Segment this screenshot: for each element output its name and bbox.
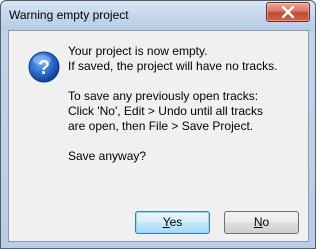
message-line: To save any previously open tracks: [68, 89, 259, 103]
title-bar[interactable]: Warning empty project [1, 1, 315, 31]
question-icon: ? [28, 51, 60, 83]
svg-text:?: ? [38, 57, 50, 79]
no-button-label: o [262, 215, 270, 229]
yes-button-accel: Y [162, 215, 170, 229]
message-line: Your project is now empty. [68, 44, 208, 58]
dialog-body: ? Your project is now empty. If saved, t… [8, 30, 309, 242]
window-title: Warning empty project [9, 8, 129, 22]
yes-button-label: es [169, 215, 183, 229]
message-line: are open, then File > Save Project. [68, 119, 254, 133]
close-icon [281, 6, 295, 18]
close-button[interactable] [266, 2, 310, 22]
dialog-window: Warning empty project ? Your project is … [0, 0, 316, 249]
message-line: Click 'No', Edit > Undo until all tracks [68, 104, 263, 118]
no-button[interactable]: No [224, 211, 299, 234]
yes-button[interactable]: Yes [135, 211, 210, 234]
message-line: Save anyway? [68, 149, 147, 163]
message-line: If saved, the project will have no track… [68, 59, 278, 73]
